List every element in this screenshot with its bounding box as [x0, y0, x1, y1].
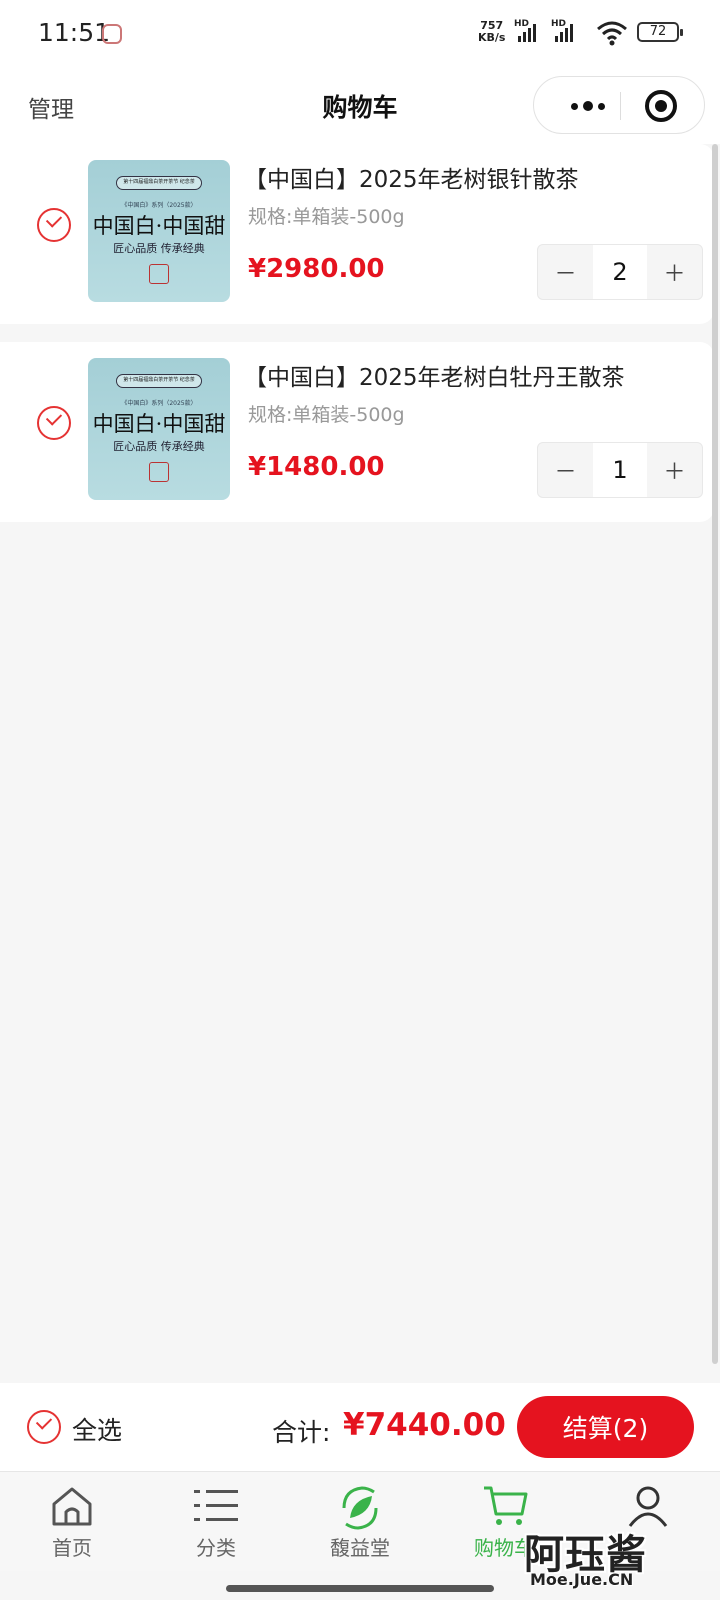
- image-slogan-text: 匠心品质 传承经典: [113, 242, 205, 255]
- item-price: ¥1480.00: [248, 452, 385, 482]
- select-all-check-icon[interactable]: [27, 1410, 61, 1444]
- notification-app-icon: [102, 24, 122, 44]
- quantity-value[interactable]: 1: [593, 443, 647, 497]
- quantity-value[interactable]: 2: [593, 245, 647, 299]
- list-icon: [194, 1490, 238, 1521]
- tab-home[interactable]: 首页: [0, 1472, 144, 1572]
- cart-item: 第十四届福鼎白茶开茶节 纪念茶 《中国白》系列（2025款） 中国白·中国甜 匠…: [0, 144, 714, 324]
- product-image[interactable]: 第十四届福鼎白茶开茶节 纪念茶 《中国白》系列（2025款） 中国白·中国甜 匠…: [88, 160, 230, 302]
- network-speed: 757 KB/s: [478, 20, 505, 44]
- decrease-button[interactable]: －: [538, 443, 593, 497]
- signal-2-hd-label: HD: [551, 19, 567, 29]
- home-indicator[interactable]: [226, 1585, 494, 1592]
- quantity-stepper: － 2 ＋: [537, 244, 703, 300]
- tab-fuyitang[interactable]: 馥益堂: [288, 1472, 432, 1572]
- status-bar: 11:51 757 KB/s HD HD 72: [0, 0, 720, 66]
- image-banner-text: 第十四届福鼎白茶开茶节 纪念茶: [116, 176, 202, 190]
- more-dots-icon[interactable]: [558, 85, 618, 127]
- total-label: 合计:: [272, 1418, 331, 1447]
- item-spec: 规格:单箱装-500g: [248, 404, 405, 426]
- miniprogram-capsule: [533, 76, 705, 134]
- item-check-icon[interactable]: [37, 208, 71, 242]
- image-series-text: 《中国白》系列（2025款）: [121, 400, 197, 407]
- increase-button[interactable]: ＋: [647, 443, 702, 497]
- select-all-label[interactable]: 全选: [72, 1411, 122, 1447]
- watermark-url: Moe.Jue.CN: [530, 1570, 634, 1589]
- item-spec: 规格:单箱装-500g: [248, 206, 405, 228]
- item-title[interactable]: 【中国白】2025年老树白牡丹王散茶: [244, 358, 625, 392]
- battery-icon: 72: [637, 22, 683, 42]
- seal-stamp-icon: [149, 264, 169, 284]
- product-image[interactable]: 第十四届福鼎白茶开茶节 纪念茶 《中国白》系列（2025款） 中国白·中国甜 匠…: [88, 358, 230, 500]
- tab-category[interactable]: 分类: [144, 1472, 288, 1572]
- decrease-button[interactable]: －: [538, 245, 593, 299]
- leaf-icon: [342, 1486, 378, 1530]
- item-title[interactable]: 【中国白】2025年老树银针散茶: [244, 160, 579, 194]
- cellular-signal-2-icon: HD: [551, 19, 573, 42]
- cellular-signal-1-icon: HD: [514, 19, 536, 42]
- scrollbar[interactable]: [712, 144, 718, 1364]
- checkout-button[interactable]: 结算(2): [517, 1396, 694, 1458]
- item-price: ¥2980.00: [248, 254, 385, 284]
- signal-1-hd-label: HD: [514, 19, 530, 29]
- home-icon: [52, 1487, 92, 1526]
- wifi-icon: [597, 21, 627, 46]
- image-headline-text: 中国白·中国甜: [92, 214, 226, 238]
- image-banner-text: 第十四届福鼎白茶开茶节 纪念茶: [116, 374, 202, 388]
- nav-bar: 管理 购物车: [0, 66, 720, 144]
- seal-stamp-icon: [149, 462, 169, 482]
- increase-button[interactable]: ＋: [647, 245, 702, 299]
- cart-item: 第十四届福鼎白茶开茶节 纪念茶 《中国白》系列（2025款） 中国白·中国甜 匠…: [0, 342, 714, 522]
- item-check-icon[interactable]: [37, 406, 71, 440]
- tab-fuyitang-label: 馥益堂: [330, 1536, 390, 1560]
- network-speed-unit: KB/s: [478, 31, 506, 44]
- tab-home-label: 首页: [52, 1536, 92, 1560]
- tab-category-label: 分类: [196, 1536, 236, 1560]
- image-series-text: 《中国白》系列（2025款）: [121, 202, 197, 209]
- checkout-bar: 全选 合计: ¥7440.00 结算(2): [0, 1383, 720, 1471]
- watermark: 阿珏酱 Moe.Jue.CN: [522, 1520, 712, 1600]
- total-value: ¥7440.00: [343, 1407, 506, 1443]
- quantity-stepper: － 1 ＋: [537, 442, 703, 498]
- target-icon[interactable]: [645, 90, 677, 122]
- image-slogan-text: 匠心品质 传承经典: [113, 440, 205, 453]
- capsule-divider: [620, 92, 621, 120]
- image-headline-text: 中国白·中国甜: [92, 412, 226, 436]
- status-time: 11:51: [38, 18, 111, 47]
